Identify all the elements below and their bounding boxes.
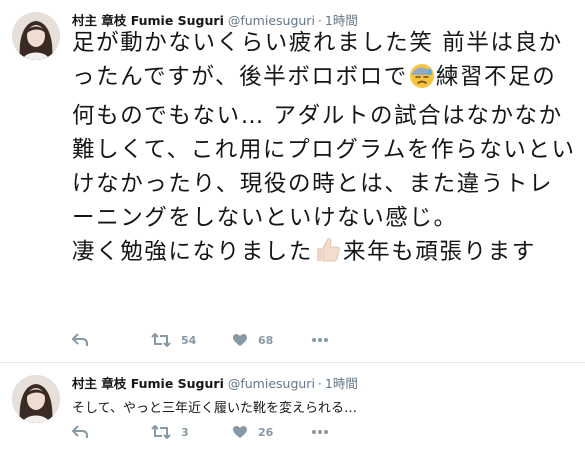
avatar[interactable] [12, 12, 60, 60]
more-button[interactable] [311, 425, 329, 439]
separator-dot: · [317, 376, 322, 391]
like-count: 68 [258, 333, 274, 347]
thumbs-up-emoji [314, 236, 342, 274]
tweet-text: 足が動かないくらい疲れました笑 前半は良かったんですが、後半ボロボロで 練習不足の… [72, 26, 577, 274]
reply-icon [72, 425, 88, 438]
more-button[interactable] [311, 333, 329, 347]
reply-icon [72, 333, 88, 346]
avatar[interactable] [12, 375, 60, 423]
author-handle[interactable]: @fumiesuguri [228, 376, 315, 391]
tweet-text-part: 来年も頑張ります [343, 239, 536, 265]
retweet-button[interactable]: 3 [151, 425, 189, 439]
more-icon [312, 338, 328, 342]
tweet[interactable]: 村主 章枝 Fumie Suguri @fumiesuguri · 1時間 そして、… [0, 363, 585, 453]
tweet[interactable]: 村主 章枝 Fumie Suguri @fumiesuguri · 1時間 足が動か… [0, 0, 585, 363]
like-button[interactable]: 26 [232, 425, 273, 439]
retweet-icon [151, 333, 171, 347]
reply-button[interactable] [72, 425, 88, 439]
like-icon [233, 334, 247, 346]
retweet-icon [151, 425, 171, 439]
like-button[interactable]: 68 [232, 333, 273, 347]
tweet-header: 村主 章枝 Fumie Suguri @fumiesuguri · 1時間 [72, 373, 358, 392]
tweet-text: そして、やっと三年近く履いた靴を変えられる… [72, 401, 357, 416]
retweet-count: 54 [181, 333, 197, 347]
like-count: 26 [258, 425, 274, 439]
retweet-button[interactable]: 54 [151, 333, 196, 347]
reply-button[interactable] [72, 333, 88, 347]
tweet-text-part: 凄く勉強になりました [72, 239, 314, 265]
more-icon [312, 430, 328, 434]
sweat-face-emoji [409, 63, 435, 99]
tweet-timestamp[interactable]: 1時間 [325, 376, 358, 391]
like-icon [233, 426, 247, 438]
author-name[interactable]: 村主 章枝 Fumie Suguri [72, 376, 224, 391]
retweet-count: 3 [181, 425, 189, 439]
